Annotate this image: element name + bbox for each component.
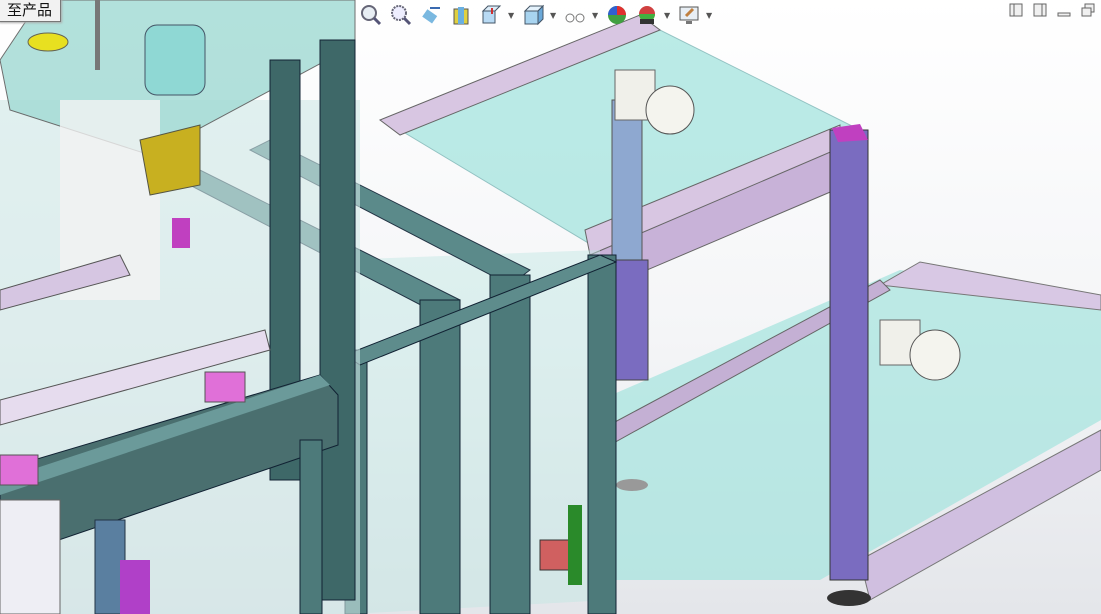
- hide-show-button[interactable]: [562, 3, 588, 27]
- viewport-window-controls: [1009, 3, 1095, 17]
- cad-model-viewport[interactable]: [0, 0, 1101, 614]
- heads-up-view-toolbar: ▼ ▼ ▼ ▼ ▼: [358, 2, 714, 28]
- display-style-dropdown[interactable]: ▼: [550, 11, 558, 20]
- zoom-fit-icon: [361, 5, 382, 26]
- hide-show-dropdown[interactable]: ▼: [592, 11, 600, 20]
- previous-view-button[interactable]: [418, 3, 444, 27]
- split-right-icon: [1033, 3, 1047, 17]
- zoom-fit-button[interactable]: [358, 3, 384, 27]
- section-view-button[interactable]: [448, 3, 474, 27]
- restore-button[interactable]: [1081, 3, 1095, 17]
- restore-icon: [1081, 3, 1095, 17]
- view-orientation-icon: [481, 5, 502, 24]
- section-view-icon: [453, 7, 469, 25]
- view-settings-dropdown[interactable]: ▼: [706, 11, 714, 20]
- model-name-label: 至产品: [0, 0, 62, 22]
- split-right-button[interactable]: [1033, 3, 1047, 17]
- scene-icon: [639, 6, 655, 24]
- zoom-area-button[interactable]: [388, 3, 414, 27]
- edit-appearance-button[interactable]: [604, 3, 630, 27]
- apply-scene-dropdown[interactable]: ▼: [664, 11, 672, 20]
- zoom-area-icon: [391, 5, 412, 26]
- previous-view-icon: [422, 7, 440, 24]
- view-settings-icon: [679, 6, 699, 24]
- split-left-icon: [1009, 3, 1023, 17]
- view-orientation-button[interactable]: [478, 3, 504, 27]
- appearance-icon: [608, 6, 626, 24]
- view-orientation-dropdown[interactable]: ▼: [508, 11, 516, 20]
- view-settings-button[interactable]: [676, 3, 702, 27]
- minimize-icon: [1057, 12, 1071, 17]
- display-style-icon: [523, 4, 544, 26]
- split-left-button[interactable]: [1009, 3, 1023, 17]
- minimize-button[interactable]: [1057, 3, 1071, 17]
- apply-scene-button[interactable]: [634, 3, 660, 27]
- hide-show-icon: [565, 13, 585, 23]
- display-style-button[interactable]: [520, 3, 546, 27]
